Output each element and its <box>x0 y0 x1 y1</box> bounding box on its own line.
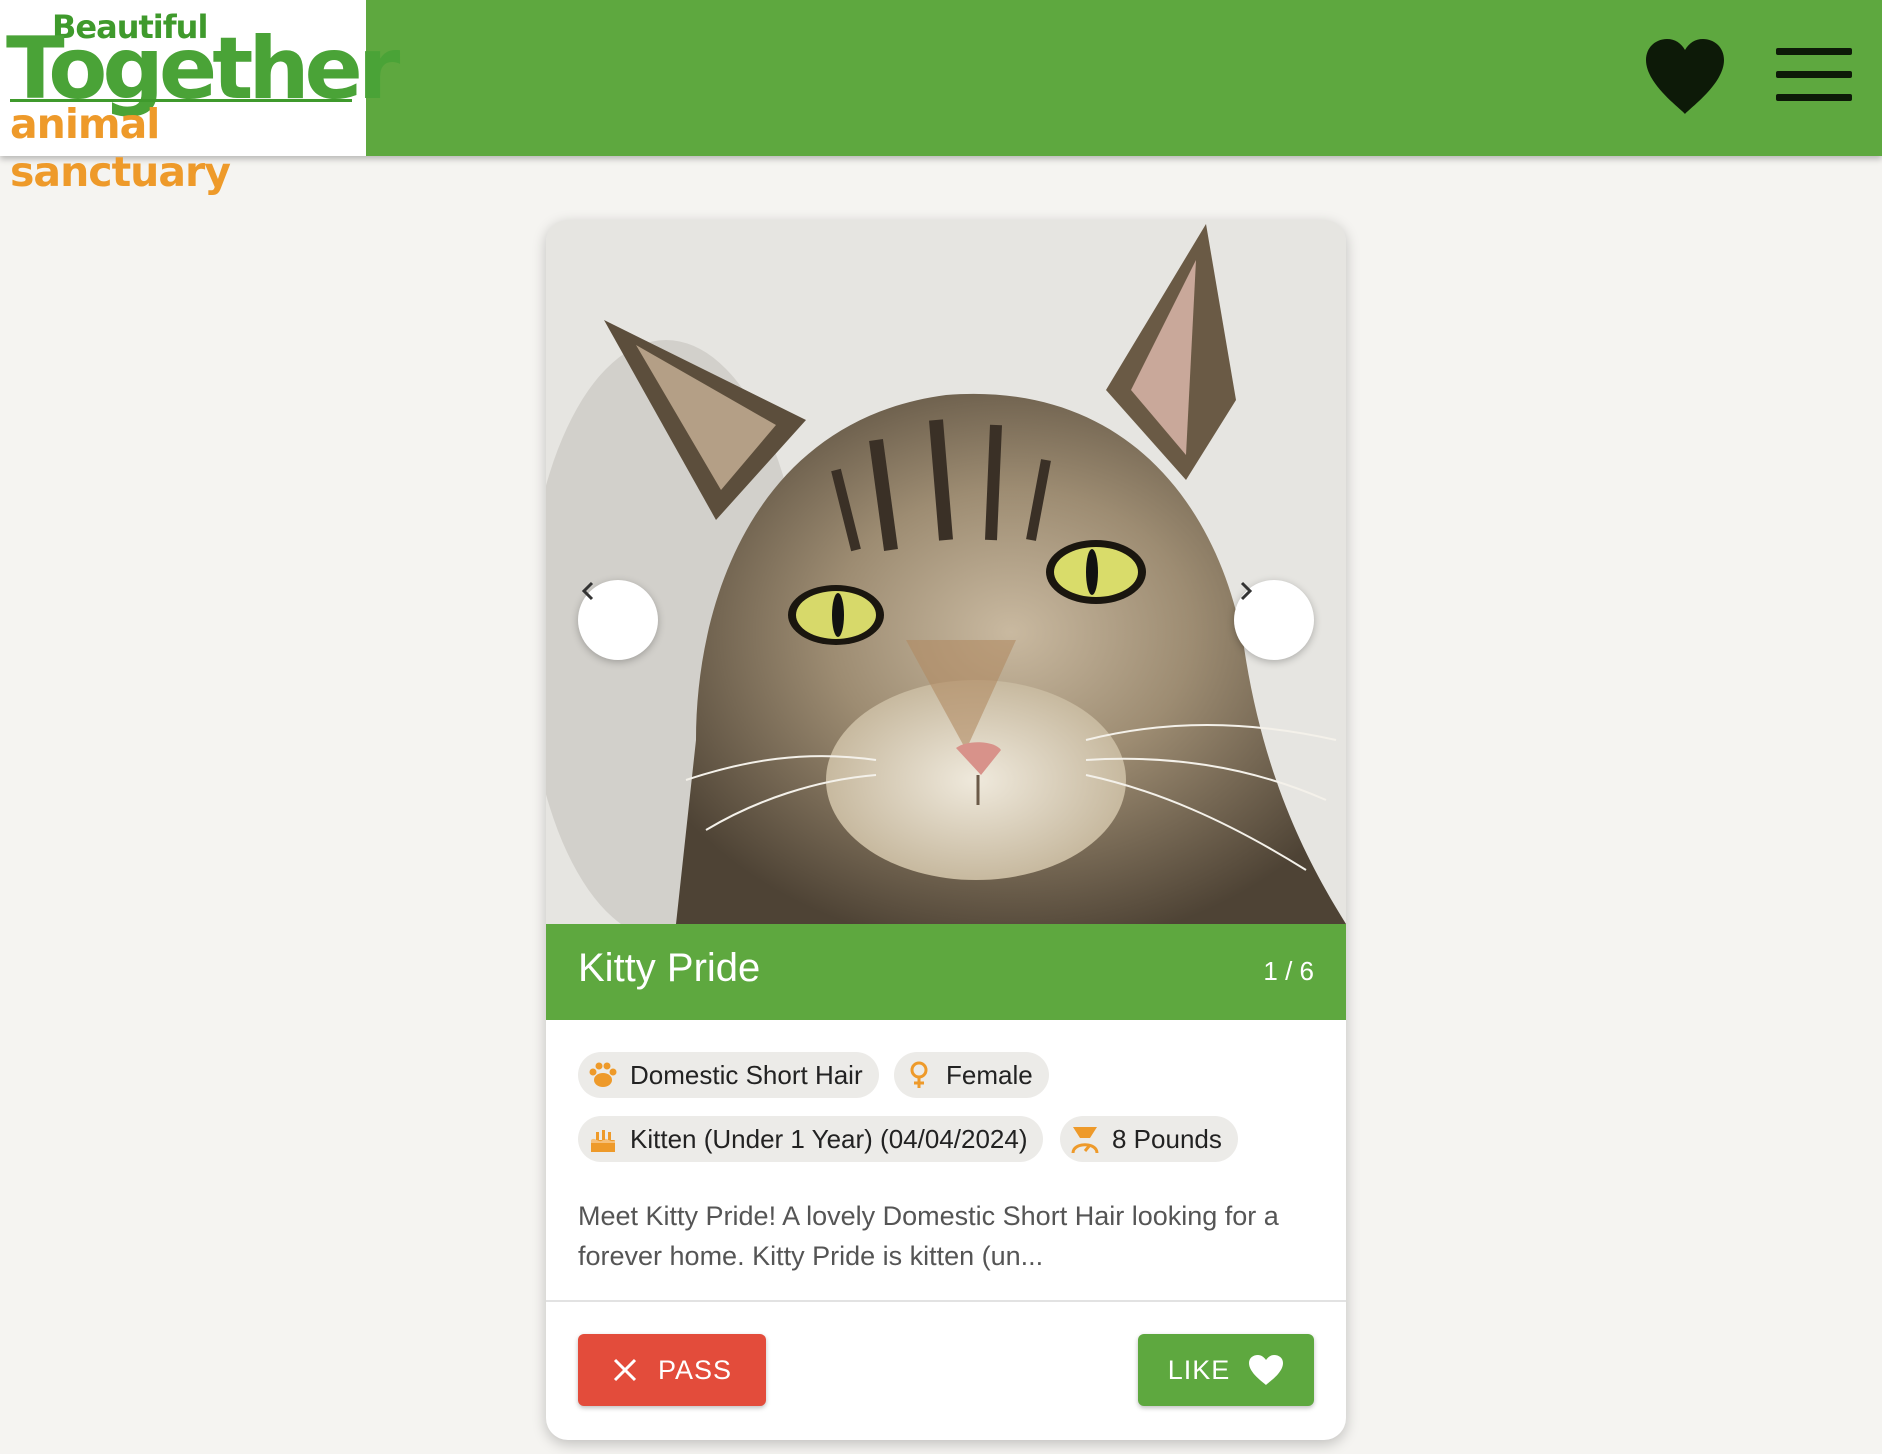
logo-line-sanctuary: animal sanctuary <box>10 100 231 196</box>
pass-label: PASS <box>657 1354 733 1385</box>
sex-chip: Female <box>894 1052 1049 1098</box>
hamburger-menu-icon[interactable] <box>1776 48 1852 102</box>
photo-prev-button[interactable] <box>578 580 658 660</box>
female-icon <box>904 1060 934 1090</box>
like-button[interactable]: LIKE <box>1138 1334 1314 1406</box>
chevron-right-icon <box>1240 581 1253 601</box>
site-header: Beautiful Together animal sanctuary <box>0 0 1882 196</box>
pet-card: Kitty Pride 1 / 6 Domestic Short Hair Fe… <box>546 220 1346 1440</box>
photo-next-button[interactable] <box>1234 580 1314 660</box>
sex-label: Female <box>946 1059 1033 1090</box>
heart-icon <box>1230 1354 1284 1386</box>
weight-chip: 8 Pounds <box>1060 1116 1238 1162</box>
pet-name-bar: Kitty Pride 1 / 6 <box>546 924 1346 1020</box>
pet-photo[interactable] <box>546 220 1346 924</box>
favorites-heart-icon[interactable] <box>1642 36 1728 116</box>
weight-label: 8 Pounds <box>1112 1123 1222 1154</box>
birthday-cake-icon <box>588 1124 618 1154</box>
pet-name: Kitty Pride <box>578 946 761 990</box>
pet-description: Meet Kitty Pride! A lovely Domestic Shor… <box>578 1201 1279 1271</box>
chevron-left-icon <box>581 581 594 601</box>
like-label: LIKE <box>1167 1354 1231 1385</box>
site-logo[interactable]: Beautiful Together animal sanctuary <box>0 0 400 196</box>
breed-chip: Domestic Short Hair <box>578 1052 879 1098</box>
paw-icon <box>588 1060 618 1090</box>
age-label: Kitten (Under 1 Year) (04/04/2024) <box>630 1123 1028 1154</box>
close-icon <box>612 1357 658 1383</box>
scale-icon <box>1070 1124 1100 1154</box>
age-chip: Kitten (Under 1 Year) (04/04/2024) <box>578 1116 1044 1162</box>
pass-button[interactable]: PASS <box>578 1334 766 1406</box>
card-divider <box>546 1300 1346 1302</box>
breed-label: Domestic Short Hair <box>630 1059 863 1090</box>
photo-counter: 1 / 6 <box>1263 956 1314 986</box>
